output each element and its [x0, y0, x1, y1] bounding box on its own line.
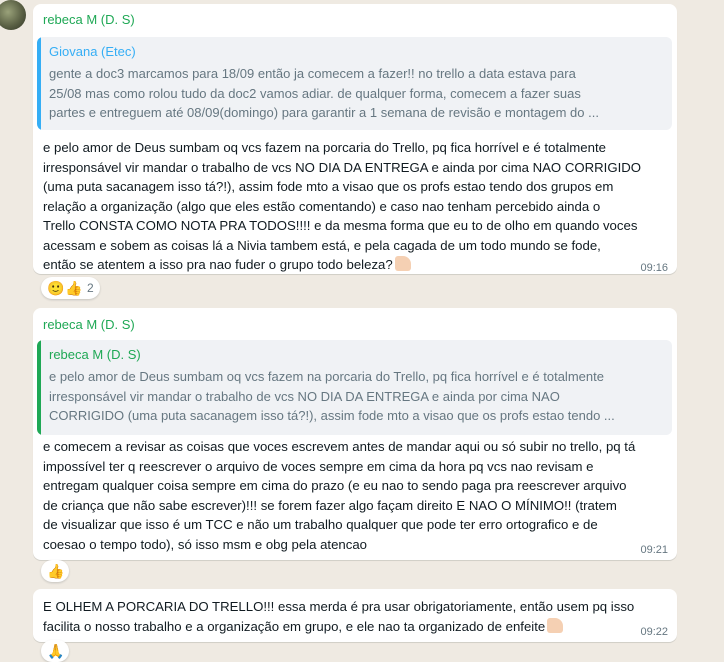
- message-text: e comecem a revisar as coisas que voces …: [43, 439, 636, 552]
- message-text: e pelo amor de Deus sumbam oq vcs fazem …: [43, 140, 642, 272]
- quoted-author: rebeca M (D. S): [49, 347, 141, 362]
- quoted-text: e pelo amor de Deus sumbam oq vcs fazem …: [49, 369, 615, 423]
- message-time: 09:16: [640, 262, 668, 274]
- message-time: 09:21: [640, 544, 668, 556]
- thumbs-up-icon: [394, 256, 411, 271]
- message-bubble[interactable]: E OLHEM A PORCARIA DO TRELLO!!! essa mer…: [33, 589, 677, 642]
- quoted-message[interactable]: Giovana (Etec) gente a doc3 marcamos par…: [37, 37, 672, 130]
- reactions-badge[interactable]: 🙂 👍 2: [41, 277, 100, 299]
- reactions-badge[interactable]: 🙏: [41, 640, 69, 662]
- pray-emoji-icon: 🙏: [47, 643, 65, 659]
- message-bubble[interactable]: rebeca M (D. S) Giovana (Etec) gente a d…: [33, 4, 677, 274]
- message-time: 09:22: [640, 626, 668, 638]
- reactions-badge[interactable]: 👍: [41, 560, 69, 582]
- sender-name[interactable]: rebeca M (D. S): [43, 12, 135, 27]
- thumbs-up-icon: [547, 617, 564, 633]
- reaction-count: 2: [87, 281, 94, 295]
- thumbs-up-emoji-icon: 👍: [65, 280, 83, 296]
- quoted-text: gente a doc3 marcamos para 18/09 então j…: [49, 66, 599, 120]
- message-text: E OLHEM A PORCARIA DO TRELLO!!! essa mer…: [43, 599, 635, 634]
- quoted-author: Giovana (Etec): [49, 44, 136, 59]
- message-bubble[interactable]: rebeca M (D. S) rebeca M (D. S) e pelo a…: [33, 308, 677, 560]
- thumbs-up-emoji-icon: 👍: [47, 563, 65, 579]
- smile-emoji-icon: 🙂: [47, 280, 65, 296]
- sender-name[interactable]: rebeca M (D. S): [43, 317, 135, 332]
- quoted-message[interactable]: rebeca M (D. S) e pelo amor de Deus sumb…: [37, 340, 672, 435]
- sender-avatar[interactable]: [0, 0, 26, 30]
